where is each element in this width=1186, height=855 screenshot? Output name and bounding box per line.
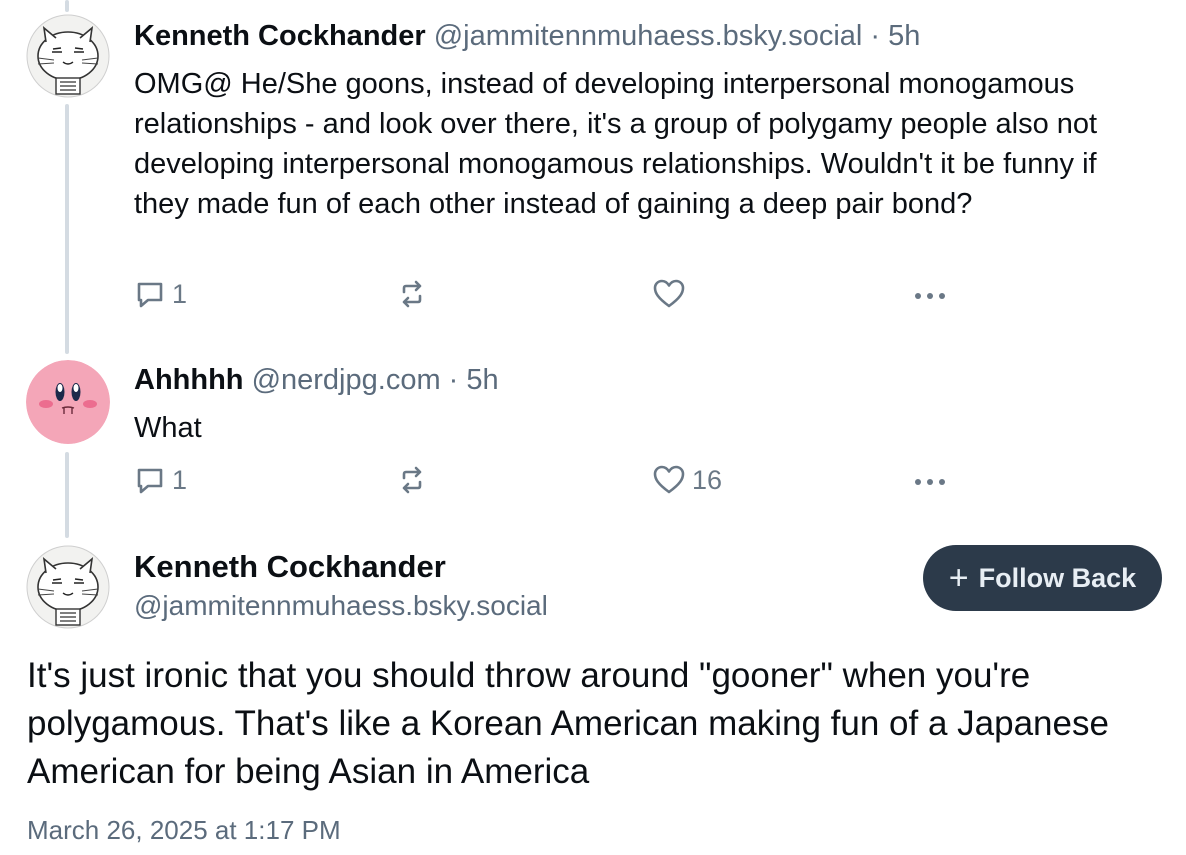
avatar-kenneth-focus[interactable]: [26, 545, 110, 629]
avatar-ahhhhh[interactable]: [26, 360, 110, 444]
like-button[interactable]: 16: [652, 464, 722, 496]
reply-button[interactable]: 1: [134, 464, 187, 496]
repost-button[interactable]: [396, 278, 434, 310]
more-icon: [915, 479, 945, 485]
author-name[interactable]: Ahhhhh: [134, 364, 244, 396]
post-meta: Ahhhhh @nerdjpg.com · 5h: [134, 362, 1156, 398]
repost-icon: [402, 280, 422, 308]
reply-icon: [137, 282, 163, 308]
focus-post-text: It's just ironic that you should throw a…: [27, 656, 1109, 791]
reply-button[interactable]: 1: [134, 278, 187, 310]
kirby-avatar-image: [26, 360, 110, 444]
repost-icon: [402, 466, 422, 494]
post-time[interactable]: 5h: [888, 20, 920, 52]
meta-separator: ·: [448, 364, 459, 396]
heart-icon: [653, 465, 685, 494]
reply-count: 1: [172, 278, 188, 309]
reply-icon: [137, 468, 163, 494]
thread-line-2: [65, 452, 69, 538]
thread-line-1: [65, 104, 69, 354]
meta-separator: ·: [870, 20, 881, 52]
more-button[interactable]: [912, 278, 948, 310]
post-text: OMG@ He/She goons, instead of developing…: [134, 68, 1098, 220]
cat-avatar-image: [26, 14, 110, 98]
follow-back-label: Follow Back: [978, 562, 1137, 593]
cat-avatar-image: [26, 545, 110, 629]
thread-line-top: [65, 0, 69, 12]
more-icon: [915, 293, 945, 299]
post-time[interactable]: 5h: [466, 364, 498, 396]
avatar-kenneth[interactable]: [26, 14, 110, 98]
like-count: 16: [692, 464, 723, 495]
post-actions: 1 16: [134, 464, 964, 504]
follow-back-button[interactable]: + Follow Back: [923, 545, 1162, 611]
post-date[interactable]: March 26, 2025 at 1:17 PM: [27, 815, 341, 846]
post-meta: Kenneth Cockhander @jammitennmuhaess.bsk…: [134, 18, 1156, 54]
author-handle[interactable]: @jammitennmuhaess.bsky.social: [434, 20, 863, 52]
like-button[interactable]: [652, 278, 692, 310]
heart-icon: [653, 279, 685, 308]
post-text: What: [134, 412, 202, 444]
post-actions: 1: [134, 278, 964, 318]
author-handle[interactable]: @nerdjpg.com: [252, 364, 441, 396]
author-name[interactable]: Kenneth Cockhander: [134, 20, 426, 52]
more-button[interactable]: [912, 464, 948, 496]
reply-count: 1: [172, 464, 188, 495]
repost-button[interactable]: [396, 464, 434, 496]
plus-icon: +: [948, 559, 969, 597]
